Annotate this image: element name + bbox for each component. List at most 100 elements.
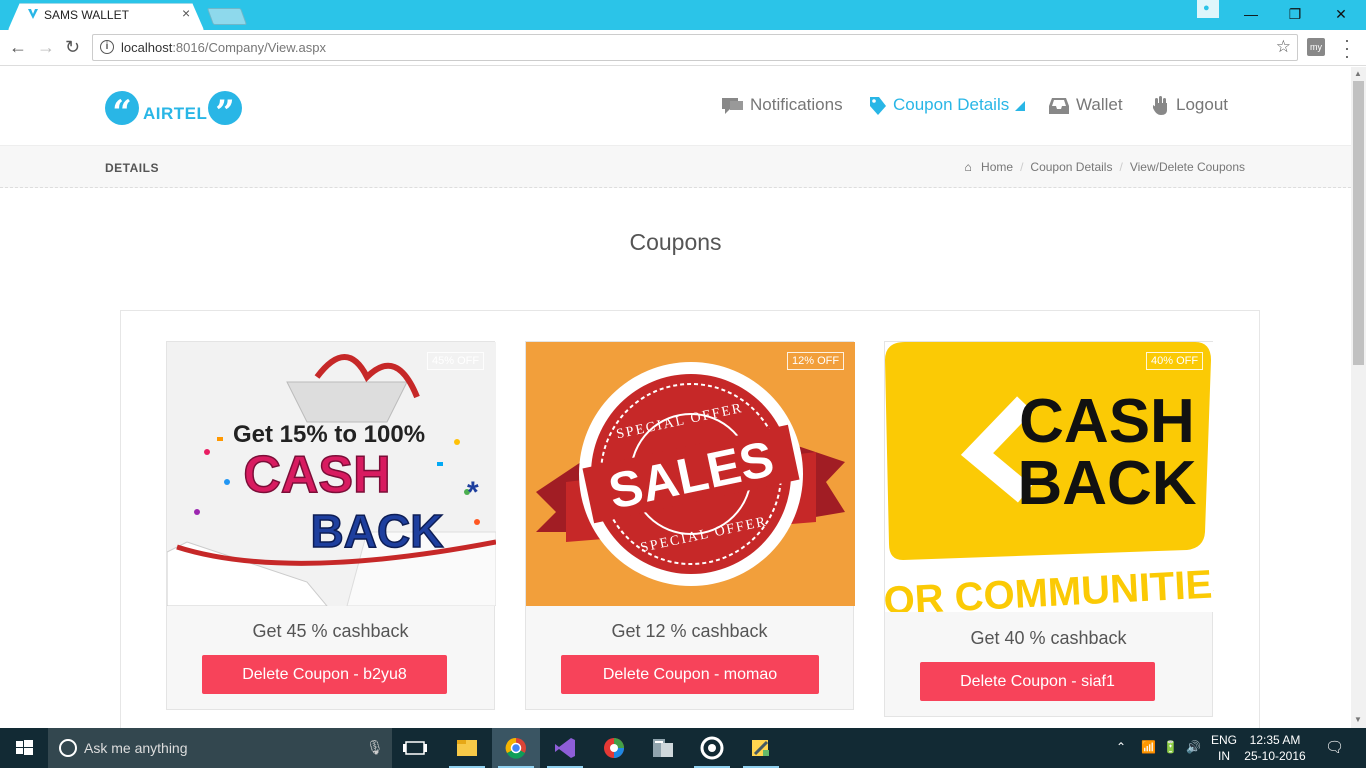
tag-icon [870, 96, 886, 115]
art-text: BACK [1017, 449, 1196, 518]
bookmark-star-icon[interactable]: ☆ [1276, 37, 1291, 57]
browser-toolbar: ← → ↻ i localhost:8016/Company/View.aspx… [0, 30, 1366, 66]
server-manager-icon[interactable] [639, 728, 687, 768]
minimize-icon[interactable]: — [1228, 2, 1274, 26]
logo-text[interactable]: AIRTEL [143, 104, 207, 124]
search-placeholder: Ask me anything [84, 740, 188, 756]
battery-icon[interactable]: 🔋 [1163, 740, 1178, 754]
tab-close-icon[interactable]: × [182, 5, 190, 21]
restore-icon[interactable]: ❐ [1272, 2, 1318, 26]
coupon-image: Get 15% to 100% CASH BACK * 45% OFF [167, 342, 496, 606]
nav-coupon-details[interactable]: Coupon Details [869, 95, 1026, 119]
sales-seal-art: SALES SPECIAL OFFER SPECIAL OFFER [526, 342, 855, 606]
discount-badge: 40% OFF [1146, 352, 1204, 370]
logo-quote-left-icon[interactable]: “ [105, 91, 139, 133]
breadcrumb: ⌂ Home / Coupon Details / View/Delete Coupon… [964, 160, 1245, 174]
discount-badge: 45% OFF [427, 352, 485, 370]
page-title: DETAILS [105, 161, 159, 175]
delete-coupon-button[interactable]: Delete Coupon - momao [561, 655, 819, 694]
scroll-down-icon[interactable]: ▼ [1354, 715, 1362, 724]
nav-notifications[interactable]: Notifications [722, 95, 843, 119]
coupon-caption: Get 40 % cashback [970, 628, 1127, 648]
coupon-panel: Get 15% to 100% CASH BACK * 45% OFF Get … [120, 310, 1260, 728]
chrome-icon[interactable] [492, 728, 540, 768]
browser-titlebar: SAMS WALLET × ● — ❐ ✕ [0, 0, 1366, 30]
breadcrumb-current: View/Delete Coupons [1129, 160, 1245, 174]
logo-quote-right-icon[interactable]: ” [208, 91, 242, 133]
art-text: CASH [1019, 387, 1195, 456]
svg-text:*: * [467, 476, 479, 509]
art-text: BACK [311, 505, 444, 557]
clock-time: 12:35 AM [1249, 733, 1301, 747]
profile-icon[interactable]: ● [1197, 0, 1219, 18]
address-bar[interactable]: i localhost:8016/Company/View.aspx ☆ [92, 34, 1298, 61]
scroll-thumb[interactable] [1353, 81, 1364, 365]
section-title: Coupons [629, 229, 722, 255]
nav-label: Wallet [1076, 95, 1123, 114]
inbox-icon [1049, 97, 1069, 114]
clock-date: 25-10-2016 [1244, 749, 1306, 763]
browser-menu-icon[interactable]: · · · [1342, 31, 1352, 65]
coupon-image: SALES SPECIAL OFFER SPECIAL OFFER 12% OF… [526, 342, 855, 606]
action-center-icon[interactable]: 🗨 [1325, 738, 1344, 756]
site-header: “ AIRTEL ” Notifications Coupon Details … [0, 67, 1351, 146]
coupon-image: CASH BACK FOR COMMUNITIES 40% OFF [885, 342, 1214, 612]
forward-arrow-icon[interactable]: → [37, 37, 55, 58]
art-text: CASH [243, 446, 390, 504]
cortana-icon [59, 739, 77, 757]
coupon-card: SALES SPECIAL OFFER SPECIAL OFFER 12% OF… [525, 341, 855, 710]
breadcrumb-bar: DETAILS ⌂ Home / Coupon Details / View/Delet… [0, 146, 1351, 188]
nav-label: Logout [1176, 95, 1228, 114]
delete-coupon-button[interactable]: Delete Coupon - siaf1 [920, 662, 1155, 701]
language-indicator[interactable]: ENG IN [1206, 732, 1242, 764]
windows-logo-icon [16, 740, 33, 755]
scroll-up-icon[interactable]: ▲ [1354, 69, 1362, 78]
info-icon[interactable]: i [100, 40, 114, 54]
tab-title: SAMS WALLET [44, 8, 129, 22]
extension-icon[interactable]: my [1307, 38, 1325, 56]
art-text: Get 15% to 100% [233, 421, 425, 448]
close-window-icon[interactable]: ✕ [1318, 2, 1364, 26]
breadcrumb-coupon-details[interactable]: Coupon Details [1030, 160, 1112, 174]
coupon-card: CASH BACK FOR COMMUNITIES 40% OFF Get 40… [884, 341, 1214, 717]
start-button[interactable] [0, 728, 48, 768]
task-view-icon[interactable] [392, 728, 440, 768]
volume-icon[interactable]: 🔊 [1186, 740, 1201, 754]
new-tab-button[interactable] [206, 8, 248, 25]
microphone-icon[interactable]: 🎙 [366, 739, 384, 756]
nav-label: Coupon Details [893, 95, 1010, 114]
nav-label: Notifications [750, 95, 843, 114]
system-clock[interactable]: 12:35 AM 25-10-2016 [1240, 732, 1310, 764]
hand-icon [1153, 95, 1167, 115]
breadcrumb-home[interactable]: Home [981, 160, 1013, 174]
cashback-gift-art: Get 15% to 100% CASH BACK * [167, 342, 496, 606]
site-favicon-icon [28, 9, 38, 19]
network-icon[interactable]: 📶 [1141, 740, 1156, 754]
coupon-card: Get 15% to 100% CASH BACK * 45% OFF Get … [166, 341, 496, 710]
delete-coupon-button[interactable]: Delete Coupon - b2yu8 [202, 655, 447, 694]
photos-app-icon[interactable] [590, 728, 638, 768]
caret-icon [1015, 100, 1026, 111]
lang-region: IN [1218, 749, 1230, 763]
back-arrow-icon[interactable]: ← [9, 37, 27, 58]
reload-icon[interactable]: ↻ [65, 37, 80, 58]
circular-app-icon[interactable] [688, 728, 736, 768]
file-explorer-icon[interactable] [443, 728, 491, 768]
page-viewport: “ AIRTEL ” Notifications Coupon Details … [0, 67, 1351, 728]
windows-taskbar: Ask me anything 🎙 ⌃ 📶 🔋 🔊 ENG IN 12:35 A… [0, 728, 1366, 768]
cashback-communities-art: CASH BACK FOR COMMUNITIES [885, 342, 1214, 612]
page-scrollbar[interactable]: ▲ ▼ [1351, 67, 1366, 728]
home-icon: ⌂ [964, 160, 972, 174]
chat-icon [722, 97, 743, 114]
coupon-caption: Get 12 % cashback [611, 621, 768, 641]
visual-studio-icon[interactable] [541, 728, 589, 768]
nav-wallet[interactable]: Wallet [1048, 95, 1123, 119]
lang-code: ENG [1210, 733, 1237, 747]
coupon-caption: Get 45 % cashback [252, 621, 409, 641]
url-text[interactable]: localhost:8016/Company/View.aspx [121, 40, 326, 55]
nav-logout[interactable]: Logout [1152, 95, 1228, 119]
tools-app-icon[interactable] [737, 728, 785, 768]
show-hidden-icons-icon[interactable]: ⌃ [1116, 740, 1126, 754]
discount-badge: 12% OFF [787, 352, 845, 370]
cortana-search[interactable]: Ask me anything 🎙 [48, 728, 392, 768]
